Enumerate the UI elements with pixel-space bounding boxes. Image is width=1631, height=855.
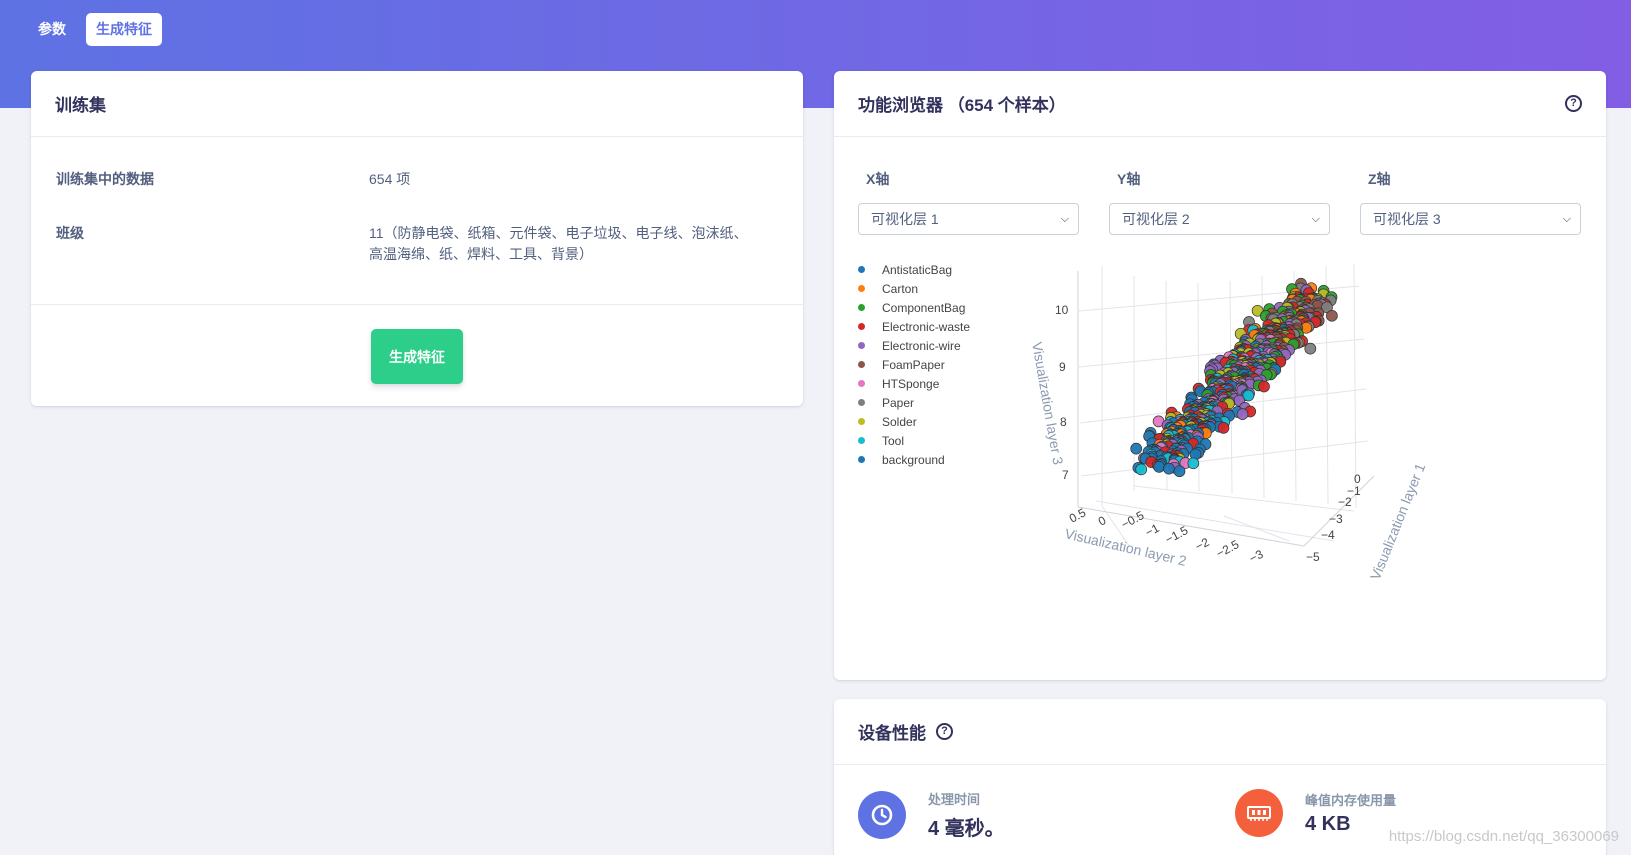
question-circle-icon[interactable]: ? bbox=[936, 723, 953, 740]
divider bbox=[31, 304, 803, 305]
x-tick-label: −2.5 bbox=[1214, 537, 1242, 561]
card-header: 训练集 bbox=[31, 71, 803, 137]
row-label: 班级 bbox=[56, 225, 84, 241]
data-point bbox=[1163, 462, 1175, 475]
data-point bbox=[1258, 380, 1270, 393]
row-value: 654 项 bbox=[369, 171, 411, 187]
y-tick-label: −5 bbox=[1306, 550, 1320, 564]
clock-icon bbox=[858, 791, 906, 839]
y-tick-label: −3 bbox=[1329, 512, 1343, 526]
data-point bbox=[1187, 457, 1200, 470]
memory-icon bbox=[1235, 789, 1283, 837]
card-title: 设备性能 bbox=[858, 724, 926, 743]
row-label: 训练集中的数据 bbox=[56, 171, 154, 187]
z-tick-label: 10 bbox=[1055, 303, 1069, 317]
scatter-3d-plot[interactable]: 109870.5 0 −0.5−1 −1.5 −2 −2.5 −30−1−2−3−4−5Vi… bbox=[834, 71, 1606, 680]
data-point bbox=[1135, 463, 1148, 476]
data-point bbox=[1326, 309, 1338, 322]
row-value: 11（防静电袋、纸箱、元件袋、电子垃圾、电子线、泡沫纸、高温海绵、纸、焊料、工具… bbox=[369, 225, 748, 262]
grid-line bbox=[1133, 485, 1355, 512]
card-title: 训练集 bbox=[55, 96, 106, 115]
x-tick-label: −2 bbox=[1193, 535, 1212, 554]
generate-features-button[interactable]: 生成特征 bbox=[371, 329, 463, 384]
data-point bbox=[1217, 422, 1230, 434]
data-point bbox=[1173, 465, 1186, 478]
x-tick-label: −1 bbox=[1143, 521, 1162, 540]
data-point bbox=[1236, 408, 1249, 420]
y-tick-label: −4 bbox=[1321, 528, 1335, 542]
top-nav: 参数 生成特征 bbox=[28, 13, 162, 46]
stat-value: 4 KB bbox=[1305, 813, 1351, 835]
watermark: https://blog.csdn.net/qq_36300069 bbox=[1388, 828, 1619, 845]
training-set-card: 训练集 训练集中的数据 654 项 班级 11（防静电袋、纸箱、元件袋、电子垃圾… bbox=[31, 71, 803, 406]
y-axis-title: Visualization layer 1 bbox=[1367, 461, 1428, 582]
z-tick-label: 9 bbox=[1059, 360, 1066, 374]
x-tick-label: −1.5 bbox=[1163, 523, 1191, 547]
grid-line bbox=[1080, 440, 1369, 477]
data-point bbox=[1130, 442, 1143, 455]
z-tick-label: 8 bbox=[1060, 415, 1067, 429]
tab-parameters[interactable]: 参数 bbox=[28, 13, 76, 46]
x-tick-label: −3 bbox=[1247, 547, 1266, 566]
feature-explorer-card: 功能浏览器 （654 个样本） ? X轴 可视化层 1 ⌵ Y轴 可视化层 2 … bbox=[834, 71, 1606, 680]
z-tick-label: 7 bbox=[1062, 468, 1069, 482]
y-axis-line bbox=[1303, 475, 1375, 547]
stat-label: 峰值内存使用量 bbox=[1305, 793, 1397, 808]
data-point bbox=[1153, 461, 1165, 473]
processing-time-stat: 处理时间 4 毫秒。 bbox=[858, 789, 1005, 841]
tab-generate-features[interactable]: 生成特征 bbox=[86, 13, 162, 46]
peak-memory-stat: 峰值内存使用量 4 KB bbox=[1235, 789, 1396, 837]
stat-value: 4 毫秒。 bbox=[928, 818, 1005, 840]
stat-label: 处理时间 bbox=[928, 792, 981, 807]
card-header: 设备性能 ? bbox=[834, 699, 1606, 765]
y-tick-label: −2 bbox=[1338, 495, 1352, 509]
data-point bbox=[1304, 342, 1317, 355]
x-tick-label: 0 bbox=[1096, 513, 1109, 529]
